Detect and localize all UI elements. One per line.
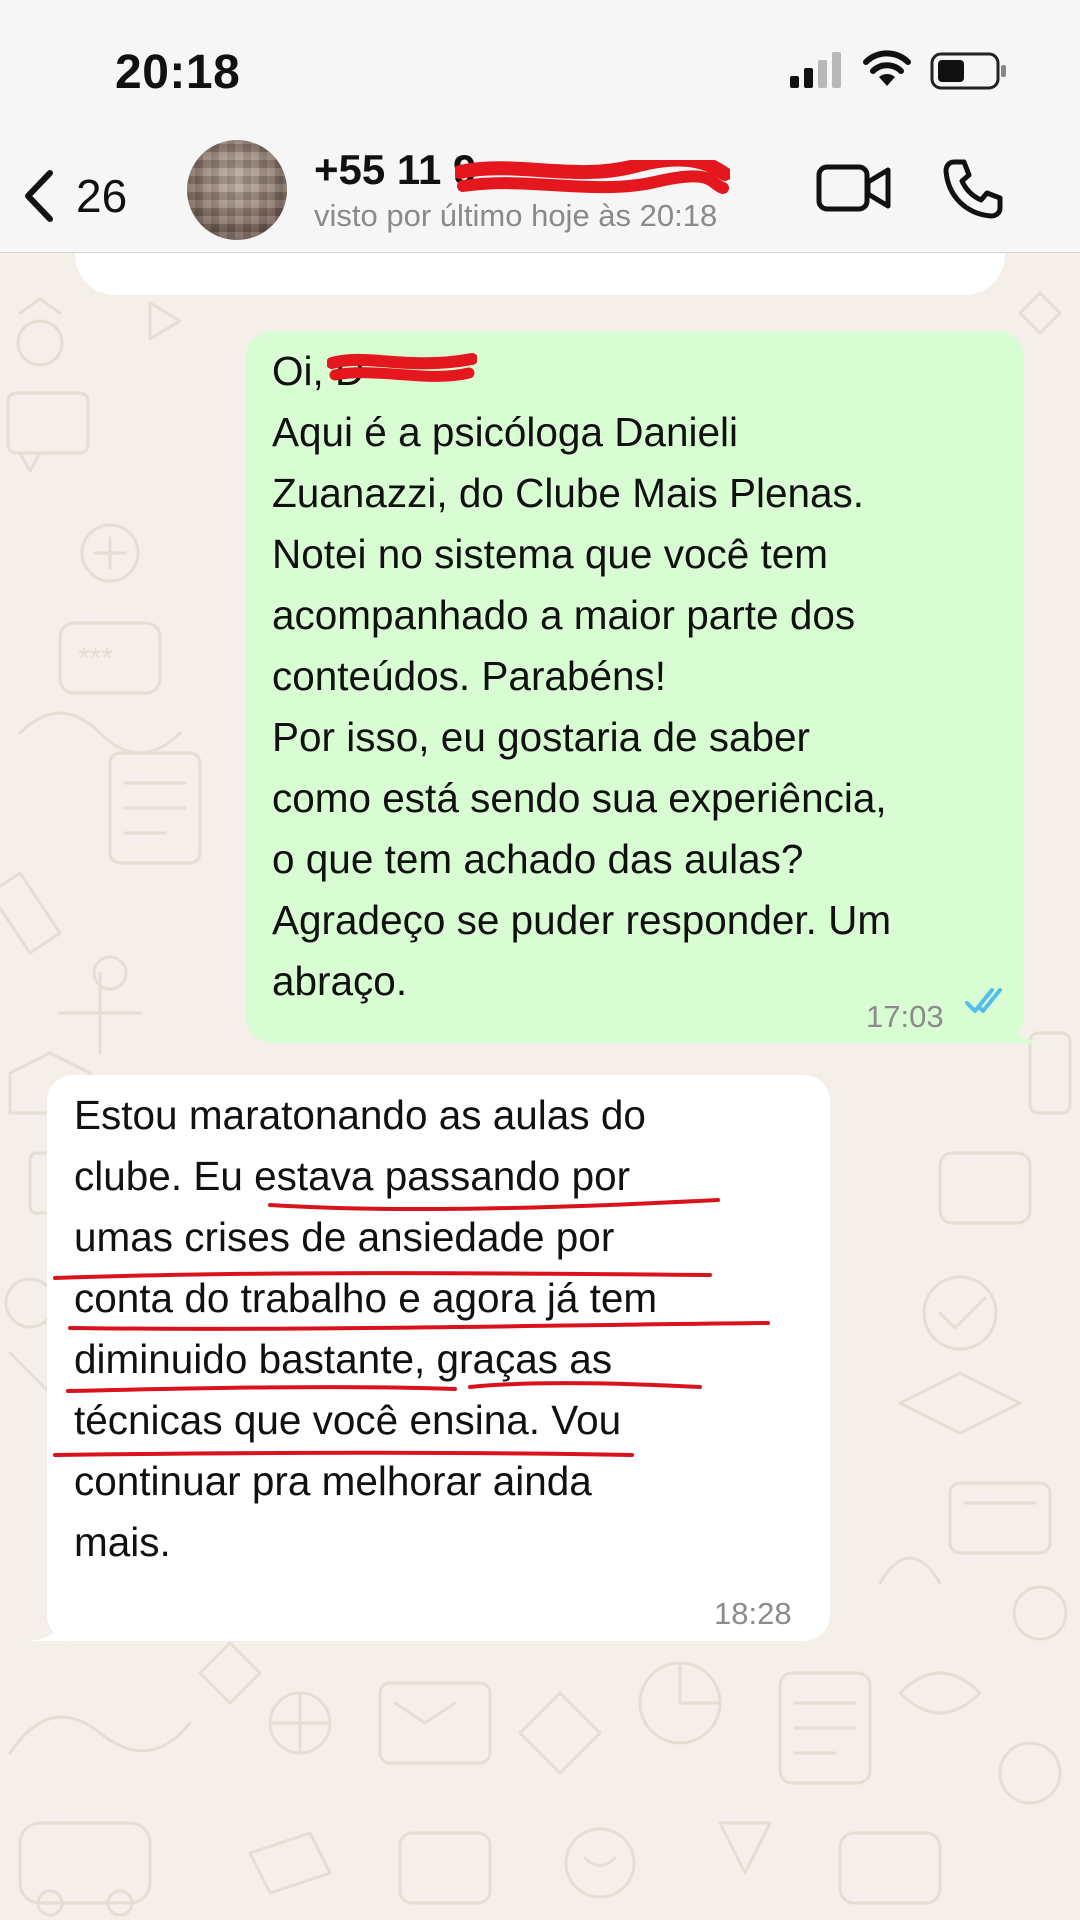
outgoing-message-text: Oi, D Aqui é a psicóloga Danieli Zuanazz… xyxy=(272,341,891,1012)
phone-icon[interactable] xyxy=(942,158,1004,220)
status-bar: 20:18 xyxy=(0,0,1080,140)
incoming-message[interactable]: Estou maratonando as aulas do clube. Eu … xyxy=(47,1075,830,1641)
redaction-scribble xyxy=(327,353,477,382)
message-line: abraço. xyxy=(272,958,408,1004)
message-line: como está sendo sua experiência, xyxy=(272,775,887,821)
chevron-left-icon xyxy=(25,170,53,222)
message-line: Zuanazzi, do Clube Mais Plenas. xyxy=(272,470,865,516)
message-line: continuar pra melhorar ainda xyxy=(74,1458,592,1504)
redaction-scribble xyxy=(455,160,730,194)
chat-area[interactable]: *** Oi, D Aqui é a psicóloga Danieli Zua… xyxy=(0,253,1080,1920)
avatar[interactable] xyxy=(187,140,287,240)
status-time: 20:18 xyxy=(115,46,241,99)
message-line: Agradeço se puder responder. Um xyxy=(272,897,892,943)
message-line: Aqui é a psicóloga Danieli xyxy=(272,409,739,455)
battery-icon xyxy=(930,52,1006,90)
contact-name[interactable]: +55 11 9 xyxy=(314,146,476,194)
video-call-button[interactable] xyxy=(816,162,892,214)
incoming-message-text: Estou maratonando as aulas do clube. Eu … xyxy=(74,1085,657,1573)
message-line: clube. Eu estava passando por xyxy=(74,1153,631,1199)
svg-text:***: *** xyxy=(78,642,113,675)
previous-message-bubble xyxy=(75,253,1005,295)
contact-status: visto por último hoje às 20:18 xyxy=(314,198,718,233)
outgoing-message[interactable]: Oi, D Aqui é a psicóloga Danieli Zuanazz… xyxy=(246,331,1024,1043)
unread-count: 26 xyxy=(76,170,128,222)
message-line: Notei no sistema que você tem xyxy=(272,531,829,577)
message-line: o que tem achado das aulas? xyxy=(272,836,804,882)
message-line: diminuido bastante, graças as xyxy=(74,1336,613,1382)
message-time: 17:03 xyxy=(866,999,944,1034)
message-line: umas crises de ansiedade por xyxy=(74,1214,615,1260)
message-line: acompanhado a maior parte dos xyxy=(272,592,856,638)
message-line: técnicas que você ensina. Vou xyxy=(74,1397,622,1443)
chat-header: 26 +55 11 9 visto por último hoje às 20:… xyxy=(0,140,1080,253)
message-line: conta do trabalho e agora já tem xyxy=(74,1275,658,1321)
message-line: Estou maratonando as aulas do xyxy=(74,1092,646,1138)
double-check-icon xyxy=(965,988,1002,1013)
message-line: Por isso, eu gostaria de saber xyxy=(272,714,811,760)
wifi-icon xyxy=(863,50,911,86)
message-line: mais. xyxy=(74,1519,171,1565)
message-line: conteúdos. Parabéns! xyxy=(272,653,667,699)
back-button[interactable]: 26 xyxy=(18,162,127,230)
signal-icon xyxy=(790,52,841,88)
message-time: 18:28 xyxy=(714,1596,792,1631)
